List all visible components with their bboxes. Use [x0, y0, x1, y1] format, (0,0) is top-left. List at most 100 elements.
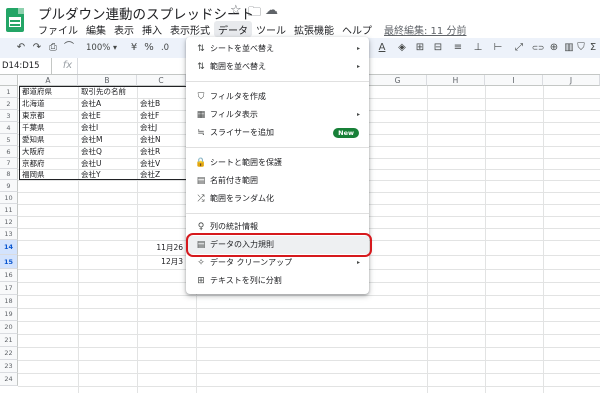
currency-icon[interactable]: ¥ [128, 40, 140, 56]
row-header[interactable]: 21 [0, 334, 18, 347]
cell-a4[interactable]: 千葉県 [19, 122, 78, 134]
column-header-a[interactable]: A [19, 75, 78, 86]
decimal-decrease-icon[interactable]: .0 [158, 40, 172, 56]
chevron-down-icon[interactable]: ▾ [110, 40, 120, 56]
row-header[interactable]: 2 [0, 98, 18, 110]
menu-tools[interactable]: ツール [252, 21, 290, 37]
menu-item-filter-views[interactable]: ▦ フィルタ表示 ▸ [186, 106, 369, 124]
row-header[interactable]: 12 [0, 216, 18, 228]
cell-c8[interactable]: 会社Z [137, 169, 186, 180]
menu-item-protect-sheets[interactable]: 🔒 シートと範囲を保護 [186, 154, 369, 172]
row-header[interactable]: 19 [0, 308, 18, 321]
cell-c3[interactable]: 会社F [137, 110, 186, 122]
redo-icon[interactable]: ↷ [30, 40, 44, 56]
row-header-selected[interactable]: 14 [0, 240, 18, 255]
cell-c5[interactable]: 会社N [137, 134, 186, 146]
cell-a7[interactable]: 京都府 [19, 158, 78, 169]
chart-icon[interactable]: ▥ [563, 40, 575, 56]
link-icon[interactable]: ⊂⊃ [530, 40, 546, 56]
cell-b8[interactable]: 会社Y [78, 169, 137, 180]
row-header[interactable]: 22 [0, 347, 18, 360]
menu-item-named-ranges[interactable]: ▤ 名前付き範囲 [186, 172, 369, 190]
borders-icon[interactable]: ⊞ [414, 40, 426, 56]
cell-a8[interactable]: 福岡県 [19, 169, 78, 180]
cell-a6[interactable]: 大阪府 [19, 146, 78, 158]
fill-color-icon[interactable]: ◈ [396, 40, 408, 56]
print-icon[interactable]: ⎙ [46, 40, 60, 56]
menu-file[interactable]: ファイル [34, 21, 82, 37]
row-header[interactable]: 23 [0, 360, 18, 373]
row-header[interactable]: 24 [0, 373, 18, 386]
cell-a1[interactable]: 都道府県 [19, 86, 78, 98]
row-header[interactable]: 17 [0, 282, 18, 295]
menu-view[interactable]: 表示 [110, 21, 138, 37]
column-header-b[interactable]: B [78, 75, 137, 86]
row-header[interactable]: 3 [0, 110, 18, 122]
cell-c15[interactable]: 12月3 [137, 255, 186, 269]
text-rotate-icon[interactable]: ⤢ [512, 40, 526, 56]
row-header[interactable]: 16 [0, 269, 18, 282]
text-color-icon[interactable]: A [376, 40, 388, 56]
cell-a5[interactable]: 愛知県 [19, 134, 78, 146]
menu-item-create-filter[interactable]: ⛉ フィルタを作成 [186, 88, 369, 106]
undo-icon[interactable]: ↶ [14, 40, 28, 56]
menu-insert[interactable]: 挿入 [138, 21, 166, 37]
row-header[interactable]: 8 [0, 169, 18, 180]
menu-item-sort-sheet[interactable]: ⇅ シートを並べ替え ▸ [186, 40, 369, 58]
row-header[interactable]: 10 [0, 192, 18, 204]
column-header-i[interactable]: I [485, 75, 543, 86]
row-header[interactable]: 5 [0, 134, 18, 146]
align-icon[interactable]: ≡ [452, 40, 464, 56]
menu-data[interactable]: データ [214, 21, 252, 37]
column-header-g[interactable]: G [369, 75, 427, 86]
name-box[interactable]: D14:D15 [0, 58, 52, 74]
vertical-align-icon[interactable]: ⊥ [472, 40, 484, 56]
zoom-select[interactable]: 100% [86, 40, 110, 56]
row-header[interactable]: 20 [0, 321, 18, 334]
cell-a2[interactable]: 北海道 [19, 98, 78, 110]
cell-b6[interactable]: 会社Q [78, 146, 137, 158]
row-header[interactable]: 1 [0, 86, 18, 98]
menu-help[interactable]: ヘルプ [338, 21, 376, 37]
document-title[interactable]: プルダウン連動のスプレッドシート [38, 3, 254, 23]
comment-icon[interactable]: ⊕ [548, 40, 560, 56]
menu-item-sort-range[interactable]: ⇅ 範囲を並べ替え ▸ [186, 58, 369, 76]
cell-b4[interactable]: 会社I [78, 122, 137, 134]
row-header[interactable]: 18 [0, 295, 18, 308]
menu-extensions[interactable]: 拡張機能 [290, 21, 338, 37]
row-header[interactable]: 6 [0, 146, 18, 158]
column-header-j[interactable]: J [543, 75, 600, 86]
menu-item-split-text[interactable]: ⊞ テキストを列に分割 [186, 272, 369, 290]
functions-icon[interactable]: Σ [588, 40, 598, 56]
cell-b7[interactable]: 会社U [78, 158, 137, 169]
select-all-corner[interactable] [0, 75, 18, 86]
menu-item-randomize-range[interactable]: ⤮ 範囲をランダム化 [186, 190, 369, 208]
row-header-selected[interactable]: 15 [0, 255, 18, 269]
cell-b1[interactable]: 取引先の名前 [78, 86, 178, 98]
cell-b3[interactable]: 会社E [78, 110, 137, 122]
cloud-status-icon[interactable]: ☁ [265, 3, 278, 18]
menu-item-add-slicer[interactable]: ≒ スライサーを追加 New [186, 124, 369, 142]
cell-b5[interactable]: 会社M [78, 134, 137, 146]
row-header[interactable]: 11 [0, 204, 18, 216]
text-wrap-icon[interactable]: ⊢ [492, 40, 504, 56]
cell-c6[interactable]: 会社R [137, 146, 186, 158]
filter-icon[interactable]: ⛉ [576, 40, 586, 56]
merge-cells-icon[interactable]: ⊟ [432, 40, 444, 56]
row-header[interactable]: 13 [0, 228, 18, 240]
cell-c14[interactable]: 11月26 [137, 240, 186, 255]
sheets-logo-icon[interactable] [6, 8, 24, 32]
cell-a3[interactable]: 東京都 [19, 110, 78, 122]
cell-c4[interactable]: 会社J [137, 122, 186, 134]
cell-c7[interactable]: 会社V [137, 158, 186, 169]
row-header[interactable]: 9 [0, 180, 18, 192]
cell-b2[interactable]: 会社A [78, 98, 137, 110]
menu-format[interactable]: 表示形式 [166, 21, 214, 37]
column-header-h[interactable]: H [427, 75, 485, 86]
cell-c2[interactable]: 会社B [137, 98, 186, 110]
menu-edit[interactable]: 編集 [82, 21, 110, 37]
star-icon[interactable]: ☆ [230, 3, 242, 18]
column-header-c[interactable]: C [137, 75, 186, 86]
percent-icon[interactable]: % [143, 40, 155, 56]
last-edit-link[interactable]: 最終編集: 11 分前 [380, 21, 470, 37]
